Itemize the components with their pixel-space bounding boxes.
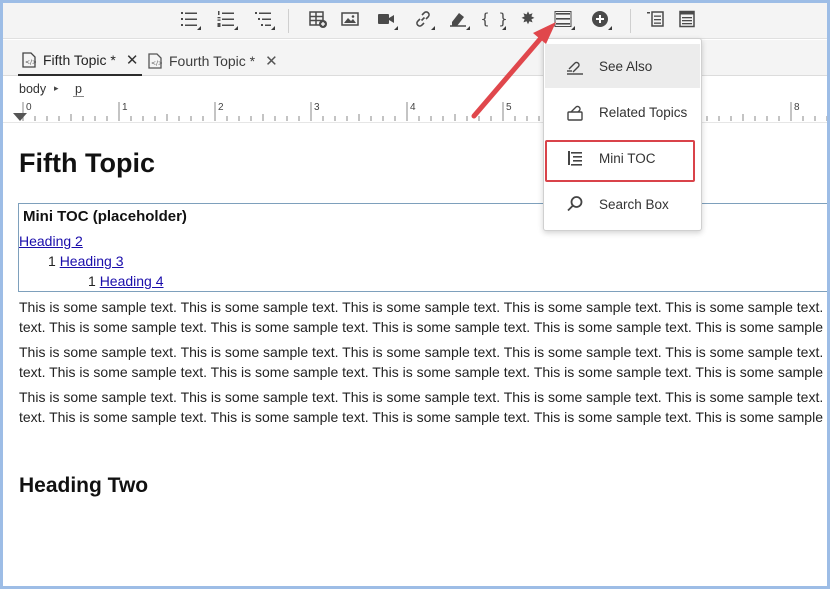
ruler-number: 0 xyxy=(26,102,32,113)
ruler-number: 8 xyxy=(794,102,800,113)
mini-toc-title: Mini TOC (placeholder) xyxy=(23,208,187,225)
search-icon xyxy=(567,196,583,212)
paragraph-line: This is some sample text. This is some s… xyxy=(19,389,827,405)
menu-item-label: Related Topics xyxy=(599,104,688,120)
ruler-number: 3 xyxy=(314,102,320,113)
heading-two: Heading Two xyxy=(19,474,149,497)
toolbar-separator xyxy=(288,9,289,33)
toc-entry: 1 Heading 4 xyxy=(88,273,164,289)
insert-symbol-icon[interactable]: ✸ xyxy=(514,6,542,32)
paragraph-line: text. This is some sample text. This is … xyxy=(19,364,827,380)
insert-snippet-icon[interactable] xyxy=(444,6,472,32)
insert-variable-icon[interactable]: { } xyxy=(480,6,508,32)
close-icon[interactable]: ✕ xyxy=(126,51,139,69)
document-icon: </> xyxy=(148,53,162,69)
toc-link-heading-3[interactable]: Heading 3 xyxy=(60,253,124,269)
page-title: Fifth Topic xyxy=(19,148,155,178)
ruler-scale: 0 1 2 3 4 5 8 xyxy=(13,102,827,121)
document-icon: </> xyxy=(22,52,36,68)
multilevel-list-icon[interactable] xyxy=(249,6,277,32)
insert-image-icon[interactable] xyxy=(336,6,364,32)
toolbar-separator xyxy=(630,9,631,33)
paragraph-line: text. This is some sample text. This is … xyxy=(19,319,827,335)
numbered-list-icon[interactable] xyxy=(212,6,240,32)
insert-link-icon[interactable] xyxy=(409,6,437,32)
bulleted-list-icon[interactable] xyxy=(175,6,203,32)
breadcrumb-p[interactable]: p xyxy=(73,82,84,97)
tab-fourth-topic[interactable]: </> Fourth Topic * ✕ xyxy=(144,46,282,76)
menu-item-label: Search Box xyxy=(599,196,669,212)
insert-table-icon[interactable] xyxy=(304,6,332,32)
svg-text:</>: </> xyxy=(25,59,36,66)
menu-item-search-box[interactable]: Search Box xyxy=(545,182,700,226)
breadcrumb-separator: ▸ xyxy=(54,83,59,93)
paragraph-line: This is some sample text. This is some s… xyxy=(19,299,827,315)
breadcrumb-body[interactable]: body xyxy=(19,82,46,96)
ruler-number: 2 xyxy=(218,102,224,113)
breadcrumb: body ▸ p xyxy=(3,77,827,99)
insert-menu-dropdown: See Also Related Topics Mini TOC Search … xyxy=(543,38,702,231)
tab-label: Fourth Topic * xyxy=(169,53,256,69)
paragraph-line: This is some sample text. This is some s… xyxy=(19,344,827,360)
paragraph[interactable]: This is some sample text. This is some s… xyxy=(19,387,827,427)
paragraph-line: text. This is some sample text. This is … xyxy=(19,409,827,425)
close-icon[interactable]: ✕ xyxy=(265,52,278,70)
insert-mini-toc-menu-icon[interactable] xyxy=(549,6,577,32)
menu-item-label: Mini TOC xyxy=(599,150,656,166)
svg-text:</>: </> xyxy=(151,60,162,67)
toc-link-heading-2[interactable]: Heading 2 xyxy=(19,233,83,249)
mini-toc-placeholder[interactable]: Mini TOC (placeholder) Heading 2 1 Headi… xyxy=(18,203,827,292)
ruler-number: 1 xyxy=(122,102,128,113)
paragraph[interactable]: This is some sample text. This is some s… xyxy=(19,342,827,382)
tab-label: Fifth Topic * xyxy=(43,52,116,68)
tab-fifth-topic[interactable]: </> Fifth Topic * ✕ xyxy=(18,46,143,76)
see-also-icon xyxy=(567,61,583,75)
mini-toc-icon xyxy=(568,151,582,166)
related-topics-icon xyxy=(567,105,583,121)
menu-item-mini-toc[interactable]: Mini TOC xyxy=(545,136,700,180)
tab-bar: </> Fifth Topic * ✕ </> Fourth Topic * ✕ xyxy=(3,40,827,76)
proxy-icon[interactable] xyxy=(641,6,669,32)
indent-marker-icon[interactable] xyxy=(13,113,27,121)
ruler-number: 5 xyxy=(506,102,512,113)
insert-video-icon[interactable] xyxy=(372,6,400,32)
toc-entry: 1 Heading 3 xyxy=(48,253,124,269)
layout-icon[interactable] xyxy=(673,6,701,32)
toc-entry: Heading 2 xyxy=(19,233,83,249)
editor-toolbar: { } ✸ xyxy=(3,3,827,39)
menu-item-related-topics[interactable]: Related Topics xyxy=(545,90,700,134)
menu-item-label: See Also xyxy=(599,58,653,74)
paragraph[interactable]: This is some sample text. This is some s… xyxy=(19,297,827,337)
insert-more-icon[interactable] xyxy=(586,6,614,32)
editor-content[interactable]: Fifth Topic Mini TOC (placeholder) Headi… xyxy=(3,124,827,586)
menu-item-see-also[interactable]: See Also xyxy=(545,44,700,88)
ruler-number: 4 xyxy=(410,102,416,113)
ruler: 0 1 2 3 4 5 8 xyxy=(3,99,827,123)
toc-link-heading-4[interactable]: Heading 4 xyxy=(100,273,164,289)
